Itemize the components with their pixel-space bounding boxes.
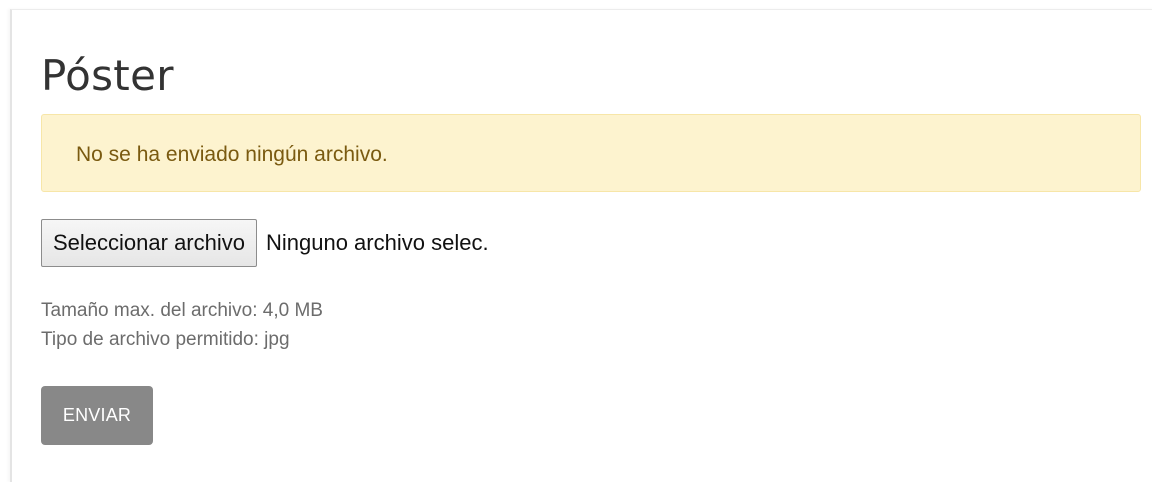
submit-button[interactable]: ENVIAR (41, 386, 153, 445)
upload-panel: Póster No se ha enviado ningún archivo. … (10, 9, 1152, 482)
file-status-text: Ninguno archivo selec. (265, 230, 489, 255)
file-help-text: Tamaño max. del archivo: 4,0 MB Tipo de … (41, 296, 323, 354)
allowed-file-type-text: Tipo de archivo permitido: jpg (41, 329, 290, 350)
select-file-button[interactable]: Seleccionar archivo (41, 219, 257, 267)
alert-message: No se ha enviado ningún archivo. (76, 143, 388, 166)
warning-alert: No se ha enviado ningún archivo. (41, 114, 1141, 192)
page-title: Póster (41, 51, 174, 100)
file-input: Seleccionar archivo Ninguno archivo sele… (41, 219, 489, 267)
max-file-size-text: Tamaño max. del archivo: 4,0 MB (41, 300, 323, 321)
